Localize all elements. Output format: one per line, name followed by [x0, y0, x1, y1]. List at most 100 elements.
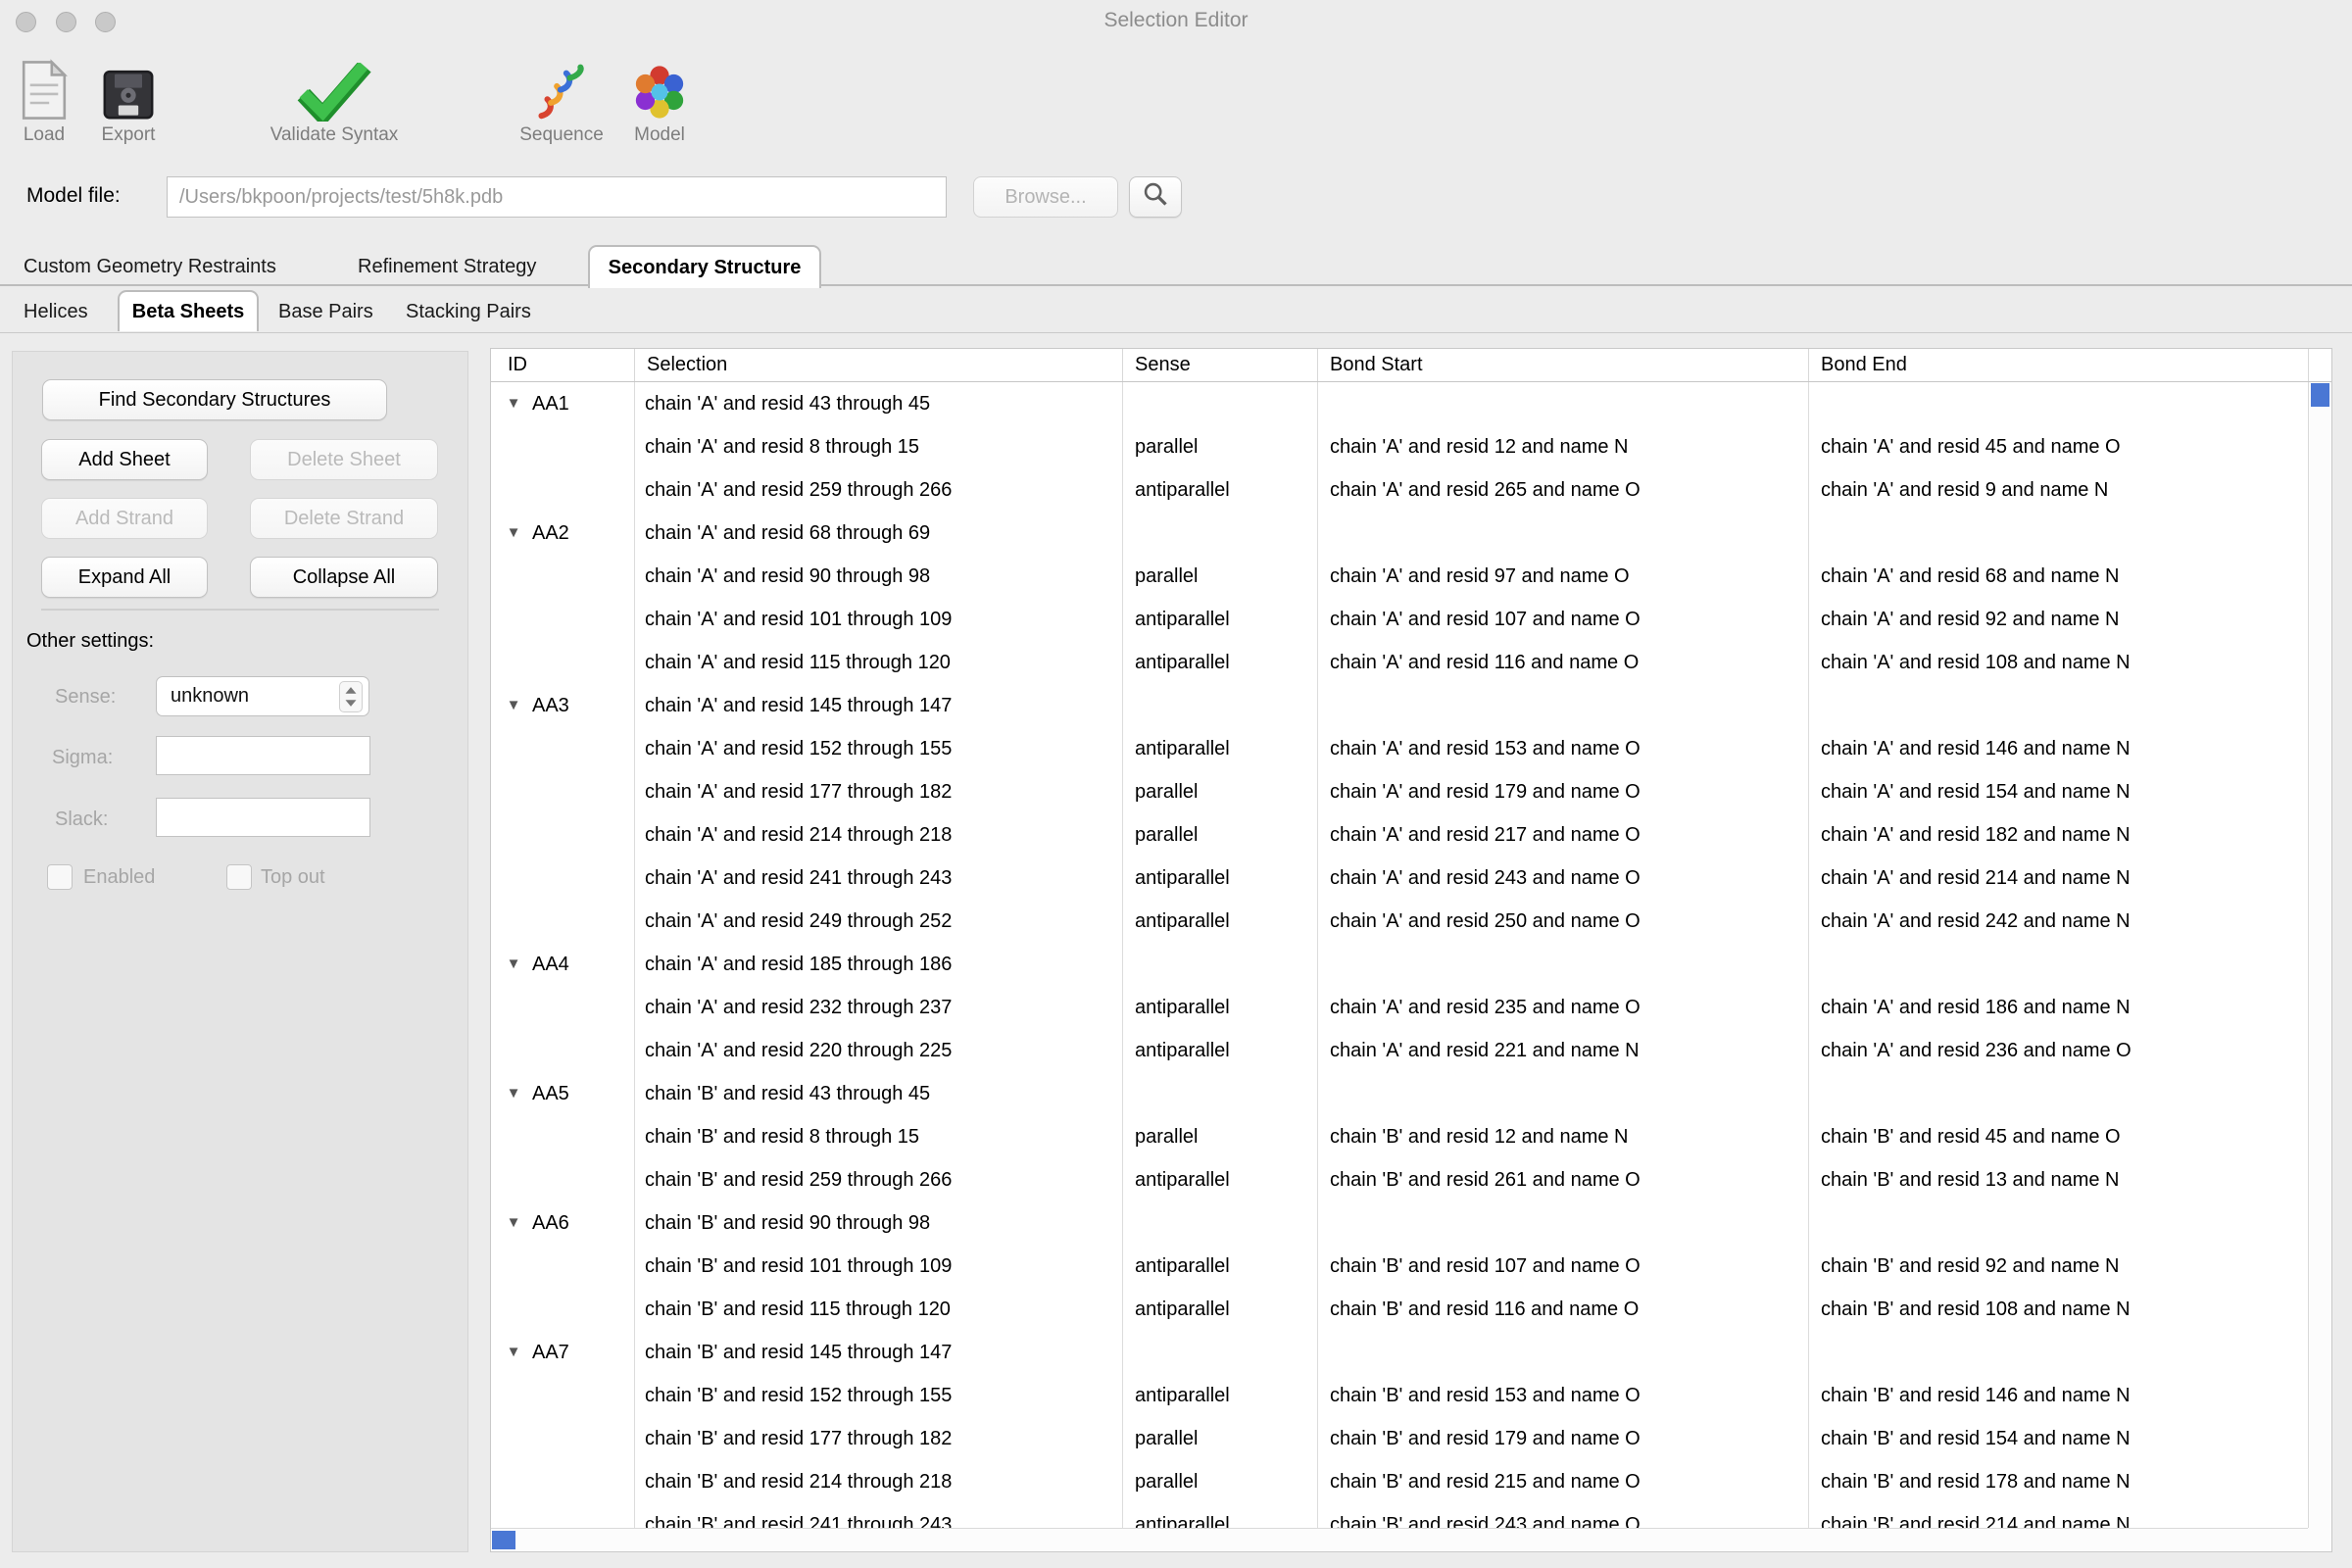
vertical-scrollbar-thumb[interactable] [2311, 383, 2329, 407]
cell-id: ▼ [491, 555, 635, 598]
enabled-checkbox-label: Enabled [83, 866, 155, 889]
collapse-all-button[interactable]: Collapse All [250, 557, 438, 598]
table-row[interactable]: ▼ chain 'B' and resid 115 through 120 an… [491, 1288, 2308, 1331]
table-row[interactable]: ▼ chain 'B' and resid 214 through 218 pa… [491, 1460, 2308, 1503]
disclosure-triangle-icon[interactable]: ▼ [503, 1331, 524, 1374]
cell-sense: parallel [1123, 813, 1318, 857]
table-row[interactable]: ▼ chain 'A' and resid 152 through 155 an… [491, 727, 2308, 770]
tab-custom-geometry-restraints[interactable]: Custom Geometry Restraints [24, 245, 276, 286]
sense-dropdown[interactable]: unknown [156, 676, 369, 716]
find-secondary-structures-button[interactable]: Find Secondary Structures [42, 379, 387, 420]
table-row[interactable]: ▼ AA4 chain 'A' and resid 185 through 18… [491, 943, 2308, 986]
sequence-button[interactable]: Sequence [503, 47, 620, 146]
tab-secondary-structure[interactable]: Secondary Structure [588, 245, 821, 288]
cell-sense: antiparallel [1123, 598, 1318, 641]
add-sheet-button[interactable]: Add Sheet [41, 439, 208, 480]
cell-selection: chain 'B' and resid 152 through 155 [635, 1374, 1123, 1417]
column-header-bond-end[interactable]: Bond End [1809, 349, 2309, 381]
column-header-id[interactable]: ID [491, 349, 635, 381]
tab-helices[interactable]: Helices [24, 290, 88, 331]
cell-id: ▼ [491, 1158, 635, 1201]
row-id-text: AA6 [532, 1201, 569, 1245]
cell-sense [1123, 1201, 1318, 1245]
delete-sheet-button[interactable]: Delete Sheet [250, 439, 438, 480]
table-row[interactable]: ▼ AA3 chain 'A' and resid 145 through 14… [491, 684, 2308, 727]
column-header-sense[interactable]: Sense [1123, 349, 1318, 381]
vertical-scrollbar[interactable] [2308, 382, 2331, 1528]
model-button[interactable]: Model [615, 47, 704, 146]
cell-bond-end [1809, 512, 2308, 555]
cell-sense: antiparallel [1123, 900, 1318, 943]
stepper-up-down-icon [339, 681, 363, 712]
model-file-input[interactable] [167, 176, 947, 218]
table-row[interactable]: ▼ chain 'B' and resid 241 through 243 an… [491, 1503, 2308, 1528]
cell-id: ▼ [491, 1029, 635, 1072]
tab-base-pairs[interactable]: Base Pairs [278, 290, 373, 331]
table-row[interactable]: ▼ chain 'A' and resid 249 through 252 an… [491, 900, 2308, 943]
table-row[interactable]: ▼ chain 'A' and resid 101 through 109 an… [491, 598, 2308, 641]
table-row[interactable]: ▼ chain 'B' and resid 101 through 109 an… [491, 1245, 2308, 1288]
column-header-bond-start[interactable]: Bond Start [1318, 349, 1809, 381]
disclosure-triangle-icon[interactable]: ▼ [503, 1201, 524, 1245]
sigma-input[interactable] [156, 736, 370, 775]
horizontal-scrollbar-thumb[interactable] [492, 1531, 515, 1549]
table-row[interactable]: ▼ chain 'A' and resid 90 through 98 para… [491, 555, 2308, 598]
validate-syntax-button[interactable]: Validate Syntax [255, 47, 414, 146]
row-id-text: AA2 [532, 512, 569, 555]
top-out-checkbox[interactable] [226, 864, 252, 890]
table-row[interactable]: ▼ AA5 chain 'B' and resid 43 through 45 [491, 1072, 2308, 1115]
enabled-checkbox[interactable] [47, 864, 73, 890]
disclosure-triangle-icon[interactable]: ▼ [503, 1072, 524, 1115]
cell-sense: antiparallel [1123, 986, 1318, 1029]
cell-selection: chain 'B' and resid 90 through 98 [635, 1201, 1123, 1245]
table-row[interactable]: ▼ chain 'A' and resid 241 through 243 an… [491, 857, 2308, 900]
table-row[interactable]: ▼ AA7 chain 'B' and resid 145 through 14… [491, 1331, 2308, 1374]
slack-input[interactable] [156, 798, 370, 837]
cell-bond-start: chain 'B' and resid 243 and name O [1318, 1503, 1809, 1528]
table-row[interactable]: ▼ chain 'A' and resid 232 through 237 an… [491, 986, 2308, 1029]
table-row[interactable]: ▼ chain 'B' and resid 259 through 266 an… [491, 1158, 2308, 1201]
cell-bond-start [1318, 382, 1809, 425]
cell-selection: chain 'B' and resid 101 through 109 [635, 1245, 1123, 1288]
tab-refinement-strategy[interactable]: Refinement Strategy [358, 245, 536, 286]
horizontal-scrollbar[interactable] [491, 1528, 2308, 1551]
cell-id: ▼ [491, 1374, 635, 1417]
cell-selection: chain 'A' and resid 152 through 155 [635, 727, 1123, 770]
column-header-selection[interactable]: Selection [635, 349, 1123, 381]
cell-sense: parallel [1123, 425, 1318, 468]
disclosure-triangle-icon[interactable]: ▼ [503, 382, 524, 425]
sense-dropdown-value: unknown [171, 685, 339, 708]
cell-bond-end [1809, 1072, 2308, 1115]
table-row[interactable]: ▼ chain 'A' and resid 220 through 225 an… [491, 1029, 2308, 1072]
table-row[interactable]: ▼ chain 'A' and resid 115 through 120 an… [491, 641, 2308, 684]
browse-button[interactable]: Browse... [973, 176, 1118, 218]
load-button[interactable]: Load [10, 47, 78, 146]
table-row[interactable]: ▼ chain 'A' and resid 259 through 266 an… [491, 468, 2308, 512]
cell-selection: chain 'A' and resid 8 through 15 [635, 425, 1123, 468]
export-button[interactable]: Export [90, 47, 167, 146]
disclosure-triangle-icon[interactable]: ▼ [503, 512, 524, 555]
expand-all-button[interactable]: Expand All [41, 557, 208, 598]
cell-sense [1123, 684, 1318, 727]
table-row[interactable]: ▼ chain 'A' and resid 8 through 15 paral… [491, 425, 2308, 468]
table-row[interactable]: ▼ chain 'B' and resid 8 through 15 paral… [491, 1115, 2308, 1158]
table-row[interactable]: ▼ chain 'B' and resid 177 through 182 pa… [491, 1417, 2308, 1460]
document-icon [10, 47, 78, 122]
cell-bond-start: chain 'A' and resid 107 and name O [1318, 598, 1809, 641]
cell-selection: chain 'A' and resid 101 through 109 [635, 598, 1123, 641]
tab-stacking-pairs[interactable]: Stacking Pairs [406, 290, 531, 331]
table-row[interactable]: ▼ AA1 chain 'A' and resid 43 through 45 [491, 382, 2308, 425]
cell-id: ▼ [491, 1288, 635, 1331]
tab-beta-sheets[interactable]: Beta Sheets [118, 290, 259, 331]
cell-id: ▼ AA1 [491, 382, 635, 425]
disclosure-triangle-icon[interactable]: ▼ [503, 943, 524, 986]
table-row[interactable]: ▼ AA6 chain 'B' and resid 90 through 98 [491, 1201, 2308, 1245]
table-row[interactable]: ▼ chain 'B' and resid 152 through 155 an… [491, 1374, 2308, 1417]
search-button[interactable] [1129, 176, 1182, 218]
delete-strand-button[interactable]: Delete Strand [250, 498, 438, 539]
table-row[interactable]: ▼ AA2 chain 'A' and resid 68 through 69 [491, 512, 2308, 555]
add-strand-button[interactable]: Add Strand [41, 498, 208, 539]
table-row[interactable]: ▼ chain 'A' and resid 177 through 182 pa… [491, 770, 2308, 813]
table-row[interactable]: ▼ chain 'A' and resid 214 through 218 pa… [491, 813, 2308, 857]
disclosure-triangle-icon[interactable]: ▼ [503, 684, 524, 727]
